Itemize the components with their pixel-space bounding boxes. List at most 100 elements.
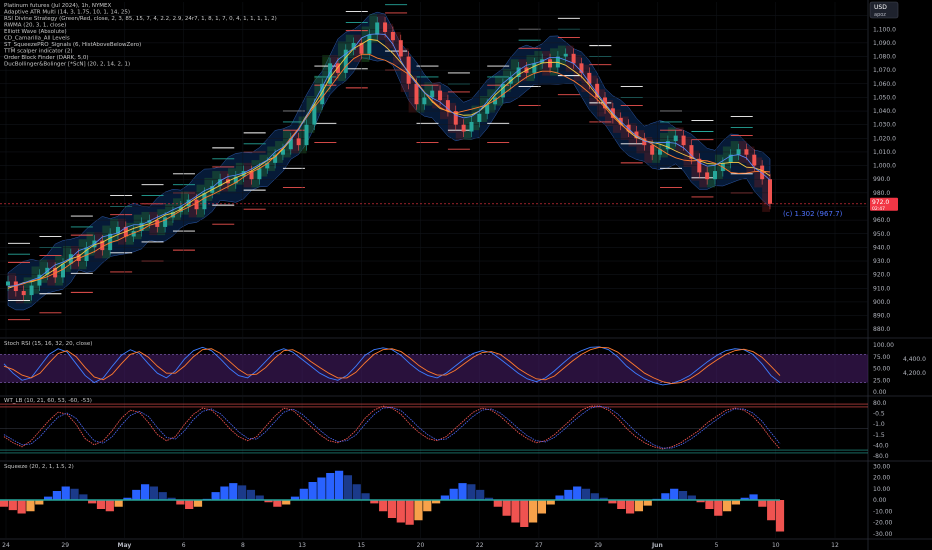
x-tick-label: 22 xyxy=(476,542,484,549)
squeeze-y-tick: 0.00 xyxy=(873,497,887,504)
x-tick-label: Jun xyxy=(651,542,663,549)
squeeze-bar xyxy=(775,500,785,532)
squeeze-bar xyxy=(343,475,353,500)
squeeze-bar xyxy=(299,488,308,500)
squeeze-y-tick: 30.00 xyxy=(873,463,890,470)
indicator-label[interactable]: ST_SqueezePRO_Signals (6, HistAboveBelow… xyxy=(4,42,141,48)
candle-body xyxy=(257,168,262,180)
squeeze-bar xyxy=(625,500,635,514)
candle-body xyxy=(414,83,419,105)
candle-body xyxy=(563,53,568,57)
y-tick-label: 890.0 xyxy=(873,313,890,320)
grid-layer xyxy=(0,0,932,550)
squeeze-bar xyxy=(758,500,767,507)
squeeze-bar xyxy=(79,494,88,500)
squeeze-bar xyxy=(749,494,758,500)
squeeze-bar xyxy=(678,491,688,500)
x-tick-label: 10 xyxy=(772,542,780,549)
y-tick-label: 1,060.0 xyxy=(873,81,896,88)
x-tick-label: 24 xyxy=(2,542,10,549)
stoch-rsi-pane[interactable] xyxy=(0,346,868,386)
squeeze-bar xyxy=(564,489,573,500)
squeeze-bar xyxy=(476,489,485,500)
price-mode-label: apoz xyxy=(874,12,886,18)
candle-body xyxy=(430,90,435,98)
squeeze-y-tick: -10.00 xyxy=(873,508,893,515)
squeeze-bar xyxy=(493,500,502,507)
candle-body xyxy=(296,138,301,146)
squeeze-y-tick: 20.00 xyxy=(873,475,890,482)
candle-body xyxy=(477,113,482,122)
candle-body xyxy=(445,100,450,112)
squeeze-bar xyxy=(246,489,256,500)
indicator-label[interactable]: Adaptive ATR Multi (14, 3, 1.75, 10, 1, … xyxy=(4,10,130,16)
y-tick-label: 1,050.0 xyxy=(873,94,896,101)
candle-body xyxy=(367,34,372,54)
chart-canvas[interactable]: 1,110.01,100.01,090.01,080.01,070.01,060… xyxy=(0,0,932,550)
candle-body xyxy=(713,171,718,180)
squeeze-bar xyxy=(423,500,432,512)
squeeze-pane[interactable] xyxy=(0,470,785,532)
squeeze-bar xyxy=(334,470,344,500)
indicator-label[interactable]: Order Block Finder (DARK, 5,0) xyxy=(4,55,89,61)
squeeze-bar xyxy=(149,486,159,500)
y-tick-label: 990.0 xyxy=(873,176,890,183)
y-tick-label: 1,100.0 xyxy=(873,26,896,33)
wt2-line xyxy=(3,405,781,449)
squeeze-bar xyxy=(70,488,79,500)
wt-y-tick: -40.0 xyxy=(873,442,889,449)
last-price-time: 02:47 xyxy=(872,206,885,212)
candle-body xyxy=(21,291,26,296)
squeeze-bar xyxy=(714,500,723,516)
indicator-label[interactable]: TTM scalper indicator (2) xyxy=(3,49,73,55)
candle-body xyxy=(375,22,380,35)
y-tick-label: 880.0 xyxy=(873,326,890,333)
stoch-y-tick: 100.00 xyxy=(873,342,894,349)
squeeze-bar xyxy=(52,491,62,500)
wt-y-tick: -0.5 xyxy=(873,411,885,418)
candle-body xyxy=(705,172,710,180)
indicator-label[interactable]: RWMA (20, 3, 1, close) xyxy=(4,23,66,29)
stoch-rsi-label[interactable]: Stoch RSI (15, 16, 32, 20, close) xyxy=(4,341,92,347)
squeeze-bar xyxy=(449,488,458,500)
symbol-title[interactable]: Platinum futures (Jul 2024), 1h, NYMEX xyxy=(4,3,112,9)
y-tick-label: 1,080.0 xyxy=(873,54,896,61)
indicator-label[interactable]: DucBollinger&Bolinger [*ScN] (20, 2, 14,… xyxy=(4,62,130,68)
y-tick-label: 960.0 xyxy=(873,217,890,224)
axes-layer: 1,110.01,100.01,090.01,080.01,070.01,060… xyxy=(2,13,926,549)
stoch-y-tick: 25.00 xyxy=(873,377,890,384)
x-tick-label: 15 xyxy=(357,542,365,549)
wt-y-tick: -1.5 xyxy=(873,432,885,439)
y-tick-label: 1,020.0 xyxy=(873,135,896,142)
y-tick-label: 1,040.0 xyxy=(873,108,896,115)
wt-label[interactable]: WT_LB (10, 21, 60, 53, -60, -53) xyxy=(4,398,92,404)
indicator-label[interactable]: Elliott Wave (Absolute) xyxy=(4,29,67,35)
indicator-label[interactable]: RSI Divine Strategy (Green/Red, close, 2… xyxy=(4,16,277,22)
squeeze-bar xyxy=(17,500,26,514)
candle-body xyxy=(194,199,199,210)
squeeze-bar xyxy=(722,500,732,512)
squeeze-label[interactable]: Squeeze (20, 2, 1, 1.5, 2) xyxy=(4,464,74,470)
candle-body xyxy=(571,53,576,64)
x-tick-label: 29 xyxy=(594,542,602,549)
y-tick-label: 1,030.0 xyxy=(873,122,896,129)
candle-body xyxy=(768,179,772,204)
x-tick-label: 29 xyxy=(61,542,69,549)
y-tick-label: 940.0 xyxy=(873,244,890,251)
currency-selector[interactable]: USD apoz xyxy=(869,1,899,19)
stoch-y-tick: 0.00 xyxy=(873,389,887,396)
squeeze-bar xyxy=(643,500,652,506)
indicator-legend[interactable]: Platinum futures (Jul 2024), 1h, NYMEX A… xyxy=(3,3,277,68)
squeeze-bar xyxy=(114,500,123,507)
chart-root: 1,110.01,100.01,090.01,080.01,070.01,060… xyxy=(0,0,932,550)
squeeze-bar xyxy=(661,493,670,500)
squeeze-bar xyxy=(317,477,326,500)
candle-body xyxy=(752,154,757,166)
candle-body xyxy=(304,124,309,146)
y-tick-label: 900.0 xyxy=(873,299,890,306)
indicator-label[interactable]: CD_Camarilla_All Levels xyxy=(4,36,70,42)
squeeze-bar xyxy=(520,500,529,527)
candle-body xyxy=(398,40,403,57)
y-tick-label: 910.0 xyxy=(873,285,890,292)
wt-lb-pane[interactable] xyxy=(0,403,868,454)
